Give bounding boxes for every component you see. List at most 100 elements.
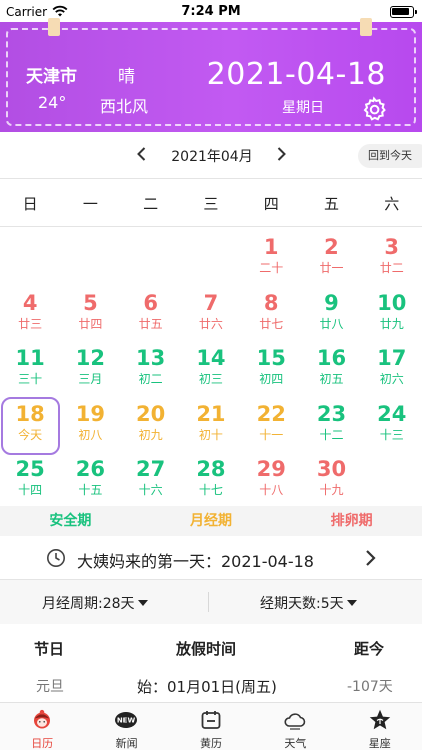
tab-label: 天气 <box>284 737 307 750</box>
calendar-day[interactable]: 29 十八 <box>241 454 301 510</box>
calendar-empty-cell <box>181 232 241 288</box>
day-number: 14 <box>196 346 226 370</box>
month-label[interactable]: 2021年04月 <box>160 146 264 166</box>
day-number: 11 <box>15 346 45 370</box>
day-number: 4 <box>22 290 38 315</box>
first-day-text: 大姨妈来的第一天：2021-04-18 <box>77 552 314 571</box>
calendar-day[interactable]: 19 初八 <box>60 399 120 455</box>
day-number: 23 <box>316 401 347 426</box>
tab-weather[interactable]: 天气 <box>253 703 337 750</box>
lunar-date: 十七 <box>198 483 223 497</box>
clock-icon <box>47 549 65 567</box>
calendar-day-today[interactable]: 18 今天 <box>0 396 60 455</box>
lunar-date: 十九 <box>319 483 344 497</box>
day-number: 10 <box>377 290 407 315</box>
calendar-day[interactable]: 22 十一 <box>241 399 301 455</box>
calendar-week-row: 25 十四 26 十五 27 十六 28 十七 29 十八 30 十九 <box>0 454 422 510</box>
calendar-empty-cell <box>0 232 60 288</box>
tab-calendar[interactable]: 日历 <box>0 703 84 750</box>
tab-label: 星座 <box>368 737 391 750</box>
lunar-date: 廿四 <box>78 316 103 331</box>
tab-constellation[interactable]: 星座 <box>338 703 422 750</box>
day-number: 17 <box>377 346 407 370</box>
lunar-date: 廿九 <box>379 316 404 331</box>
back-to-today-button[interactable]: 回到今天 <box>358 144 422 168</box>
calendar-day[interactable]: 5 廿四 <box>60 288 120 344</box>
period-length-dropdown[interactable]: 经期天数:5天 <box>260 593 357 613</box>
cycle-length-value: 月经周期:28天 <box>42 596 135 612</box>
lunar-date: 十六 <box>138 483 163 497</box>
lunar-date: 十三 <box>379 427 404 442</box>
calendar-day[interactable]: 11 三十 <box>0 343 60 399</box>
calendar-day[interactable]: 13 初二 <box>121 343 181 399</box>
calendar-day[interactable]: 2 廿一 <box>301 232 361 288</box>
calendar-day[interactable]: 14 初三 <box>181 343 241 399</box>
today-highlight <box>1 396 60 455</box>
lunar-date: 十四 <box>18 483 43 497</box>
holiday-header-days: 距今 <box>354 640 385 658</box>
lunar-date: 廿五 <box>138 316 163 331</box>
wind-direction: 西北风 <box>100 97 149 116</box>
weekday-label: 日 <box>22 195 38 213</box>
calendar-day[interactable]: 1 二十 <box>241 232 301 288</box>
caret-down-icon <box>137 600 148 606</box>
calendar-day[interactable]: 7 廿六 <box>181 288 241 344</box>
calendar-day[interactable]: 9 廿八 <box>301 288 361 344</box>
day-number: 30 <box>316 457 347 481</box>
day-number: 20 <box>136 401 166 426</box>
weekday-label: 三 <box>203 195 219 213</box>
city-name[interactable]: 天津市 <box>26 62 77 87</box>
calendar-day[interactable]: 25 十四 <box>0 454 60 510</box>
calendar-day[interactable]: 3 廿二 <box>362 232 422 288</box>
calendar-day[interactable]: 20 初九 <box>121 399 181 455</box>
chevron-right-icon[interactable] <box>364 548 378 568</box>
period-first-day-row[interactable]: 大姨妈来的第一天：2021-04-18 <box>0 536 422 580</box>
calendar-day[interactable]: 27 十六 <box>121 454 181 510</box>
day-number: 5 <box>83 290 98 315</box>
calendar-day[interactable]: 28 十七 <box>181 454 241 510</box>
tab-label: 黄历 <box>199 737 222 750</box>
calendar-day[interactable]: 8 廿七 <box>241 288 301 344</box>
weekday-label: 四 <box>263 195 279 213</box>
current-date: 2021-04-18 <box>206 57 386 92</box>
calendar-day[interactable]: 17 初六 <box>362 343 422 399</box>
lunar-date: 十五 <box>78 483 103 497</box>
day-number: 19 <box>75 401 106 426</box>
calendar-day[interactable]: 21 初十 <box>181 399 241 455</box>
lunar-date: 廿六 <box>198 316 223 331</box>
lunar-date: 十一 <box>259 427 284 442</box>
calendar-day[interactable]: 15 初四 <box>241 343 301 399</box>
cloud-weather-icon <box>284 713 306 730</box>
calendar-empty-cell <box>121 232 181 288</box>
calendar-day[interactable]: 16 初五 <box>301 343 361 399</box>
calendar-day[interactable]: 26 十五 <box>60 454 120 510</box>
day-number: 2 <box>324 235 339 259</box>
calendar-day[interactable]: 12 三月 <box>60 343 120 399</box>
chevron-right-icon[interactable] <box>271 144 291 164</box>
weekday-label: 一 <box>82 195 98 213</box>
holiday-time: 始：01月01日(周五) <box>137 678 277 696</box>
calendar-week-row: 11 三十 12 三月 13 初二 14 初三 15 初四 16 初五 17 初六 <box>0 343 422 399</box>
legend-period: 月经期 <box>189 513 232 529</box>
lunar-date: 廿八 <box>319 316 344 331</box>
calendar-day[interactable]: 10 廿九 <box>362 288 422 344</box>
tape-decoration <box>48 18 60 36</box>
calendar-day[interactable]: 30 十九 <box>301 454 361 510</box>
day-number: 3 <box>384 235 400 259</box>
chevron-left-icon[interactable] <box>132 144 152 164</box>
day-number: 8 <box>263 290 279 315</box>
weather-header-card: 天津市 晴 24° 西北风 2021-04-18 星期日 <box>0 18 422 132</box>
tab-news[interactable]: NEW 新闻 <box>84 703 168 750</box>
cycle-length-dropdown[interactable]: 月经周期:28天 <box>42 593 148 613</box>
calendar-day[interactable]: 4 廿三 <box>0 288 60 344</box>
calendar-day[interactable]: 24 十三 <box>362 399 422 455</box>
gear-icon[interactable] <box>361 96 387 122</box>
lunar-date: 初二 <box>138 372 163 386</box>
caret-down-icon <box>346 600 357 606</box>
calendar-day[interactable]: 6 廿五 <box>121 288 181 344</box>
calendar-day[interactable]: 23 十二 <box>301 399 361 455</box>
tab-almanac[interactable]: 黄历 <box>169 703 253 750</box>
calendar-week-row: 18 今天 19 初八 20 初九 21 初十 22 十一 23 十二 24 十三 <box>0 396 422 455</box>
weekday-label: 二 <box>143 195 159 213</box>
news-new-icon: NEW <box>115 712 138 728</box>
